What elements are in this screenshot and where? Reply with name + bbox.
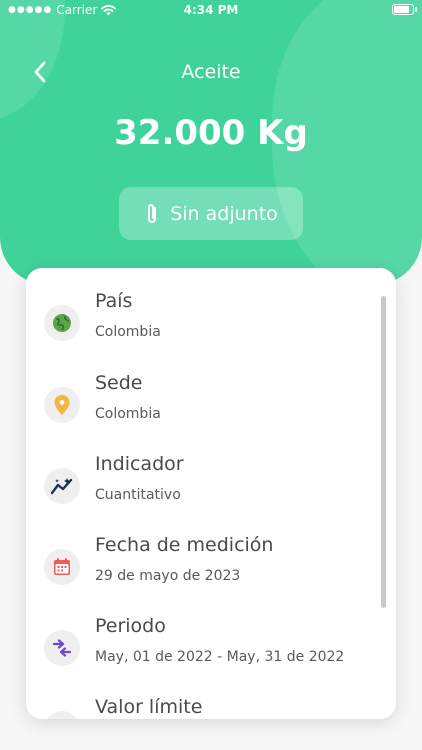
- detail-value: Cuantitativo: [95, 487, 181, 503]
- status-bar: ●●●●● Carrier 4:34 PM: [0, 0, 422, 22]
- detail-row-indicador: Indicador Cuantitativo: [44, 453, 364, 523]
- detail-row-periodo: Periodo May, 01 de 2022 - May, 31 de 202…: [44, 615, 364, 685]
- detail-label: Indicador: [95, 453, 184, 475]
- detail-label: País: [95, 290, 133, 312]
- detail-row-valor-limite: Valor límite: [44, 696, 364, 719]
- page-title: Aceite: [181, 61, 241, 83]
- calendar-icon: [44, 549, 80, 585]
- detail-value: Colombia: [95, 406, 161, 422]
- detail-row-sede: Sede Colombia: [44, 372, 364, 442]
- detail-label: Valor límite: [95, 696, 203, 718]
- limit-icon: [44, 711, 80, 719]
- scrollbar[interactable]: [381, 296, 386, 608]
- detail-label: Sede: [95, 372, 143, 394]
- detail-value: Colombia: [95, 324, 161, 340]
- paperclip-icon: [148, 203, 157, 223]
- status-time: 4:34 PM: [183, 3, 239, 17]
- attachment-button[interactable]: Sin adjunto: [119, 187, 303, 240]
- attachment-label: Sin adjunto: [170, 202, 278, 225]
- battery-icon: [392, 4, 417, 15]
- detail-label: Fecha de medición: [95, 534, 274, 556]
- detail-value: May, 01 de 2022 - May, 31 de 2022: [95, 649, 345, 665]
- amount-value: 32.000 Kg: [114, 113, 308, 153]
- header: ●●●●● Carrier 4:34 PM Aceite 32.000 Kg S…: [0, 0, 422, 285]
- detail-label: Periodo: [95, 615, 166, 637]
- location-pin-icon: [44, 387, 80, 423]
- swap-arrows-icon: [44, 630, 80, 666]
- trend-chart-icon: [44, 468, 80, 504]
- detail-row-fecha: Fecha de medición 29 de mayo de 2023: [44, 534, 364, 604]
- detail-value: 29 de mayo de 2023: [95, 568, 241, 584]
- details-card: País Colombia Sede Colombia Indicador Cu…: [26, 268, 396, 719]
- globe-icon: [44, 305, 80, 341]
- detail-row-pais: País Colombia: [44, 290, 364, 360]
- battery-level: [394, 6, 409, 13]
